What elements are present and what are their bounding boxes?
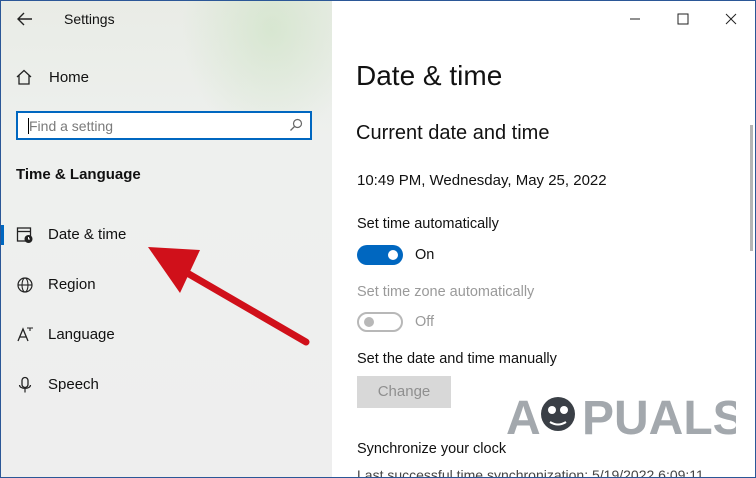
close-button[interactable] bbox=[711, 7, 751, 31]
set-time-auto-state: On bbox=[415, 247, 435, 263]
search-input[interactable]: Find a setting bbox=[16, 111, 312, 140]
active-indicator bbox=[1, 225, 4, 245]
sidebar-item-region[interactable]: Region bbox=[1, 265, 332, 305]
set-timezone-auto-toggle[interactable] bbox=[357, 312, 403, 332]
sidebar-item-language[interactable]: Language bbox=[1, 315, 332, 355]
sidebar-item-speech[interactable]: Speech bbox=[1, 365, 332, 405]
globe-icon bbox=[17, 277, 33, 293]
sidebar-item-label: Date & time bbox=[48, 226, 127, 243]
set-timezone-auto-label: Set time zone automatically bbox=[357, 284, 535, 300]
search-icon[interactable] bbox=[289, 118, 303, 132]
appuals-watermark-logo: A PUALS bbox=[506, 392, 736, 444]
language-icon bbox=[17, 327, 33, 342]
set-time-auto-label: Set time automatically bbox=[357, 216, 499, 232]
toggle-knob bbox=[388, 250, 398, 260]
sidebar: Settings Home Find a setting Time & Lang… bbox=[1, 1, 332, 477]
home-label: Home bbox=[49, 68, 90, 86]
sidebar-item-label: Region bbox=[48, 276, 96, 293]
minimize-button[interactable] bbox=[615, 7, 655, 31]
sidebar-item-date-time[interactable]: Date & time bbox=[1, 215, 332, 255]
sidebar-item-label: Speech bbox=[48, 376, 99, 393]
maximize-icon bbox=[677, 13, 689, 25]
last-sync-text: Last successful time synchronization: 5/… bbox=[357, 467, 704, 478]
scrollbar[interactable] bbox=[750, 125, 753, 251]
toggle-knob bbox=[364, 317, 374, 327]
home-icon bbox=[16, 69, 32, 85]
svg-text:A: A bbox=[506, 392, 541, 444]
page-title: Date & time bbox=[356, 60, 503, 91]
back-arrow-icon bbox=[17, 12, 32, 26]
sidebar-item-home[interactable]: Home bbox=[15, 65, 89, 89]
section-title: Time & Language bbox=[16, 166, 141, 183]
maximize-button[interactable] bbox=[663, 7, 703, 31]
section-heading: Current date and time bbox=[356, 122, 550, 144]
microphone-icon bbox=[18, 376, 32, 393]
set-timezone-auto-state: Off bbox=[415, 314, 435, 330]
current-datetime: 10:49 PM, Wednesday, May 25, 2022 bbox=[357, 172, 607, 189]
back-button[interactable] bbox=[11, 7, 39, 31]
set-time-auto-toggle[interactable] bbox=[357, 245, 403, 265]
close-icon bbox=[725, 13, 737, 25]
app-title: Settings bbox=[64, 11, 115, 27]
sidebar-item-label: Language bbox=[48, 326, 115, 343]
minimize-icon bbox=[630, 18, 640, 20]
sync-clock-label: Synchronize your clock bbox=[357, 441, 507, 457]
svg-text:PUALS: PUALS bbox=[582, 392, 736, 444]
manual-set-label: Set the date and time manually bbox=[357, 351, 557, 367]
calendar-clock-icon bbox=[16, 227, 33, 243]
search-placeholder: Find a setting bbox=[29, 118, 114, 134]
change-button[interactable]: Change bbox=[357, 376, 451, 408]
